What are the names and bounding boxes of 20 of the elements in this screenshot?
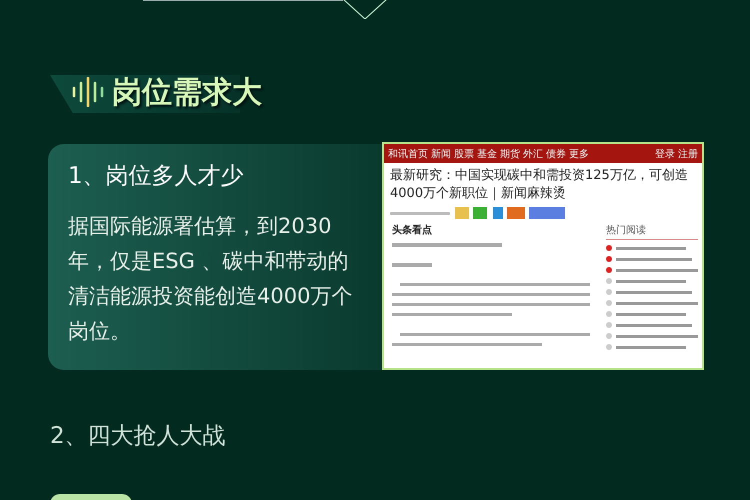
nav-link[interactable]: 更多 [569,146,589,160]
nav-link[interactable]: 债券 [546,146,566,160]
next-heading: 2、四大抢人大战 [50,422,227,451]
card-body: 据国际能源署估算，到2030年，仅是ESG 、碳中和带动的清洁能源投资能创造4000万个岗位。 [68,213,354,345]
nav-link[interactable]: 新闻 [431,146,451,160]
section-title: 岗位需求大 [112,74,262,112]
sidebar-heading: 热门阅读 [606,223,698,240]
nav-link[interactable]: 和讯首页 [388,146,428,160]
card-heading: 1、岗位多人才少 [68,162,245,191]
sound-wave-icon [72,77,104,107]
nav-link[interactable]: 外汇 [523,146,543,160]
nav-link[interactable]: 基金 [477,146,497,160]
register-link[interactable]: 注册 [678,146,698,160]
date-line [390,212,450,214]
login-link[interactable]: 登录 [655,146,675,160]
chevron-down-icon [343,0,387,19]
nav-link[interactable]: 股票 [454,146,474,160]
section-heading: 头条看点 [392,224,433,237]
article-headline: 最新研究：中国实现碳中和需投资125万亿，可创造4000万个新职位｜新闻麻辣烫 [389,167,689,203]
nav-link[interactable]: 期货 [500,146,520,160]
